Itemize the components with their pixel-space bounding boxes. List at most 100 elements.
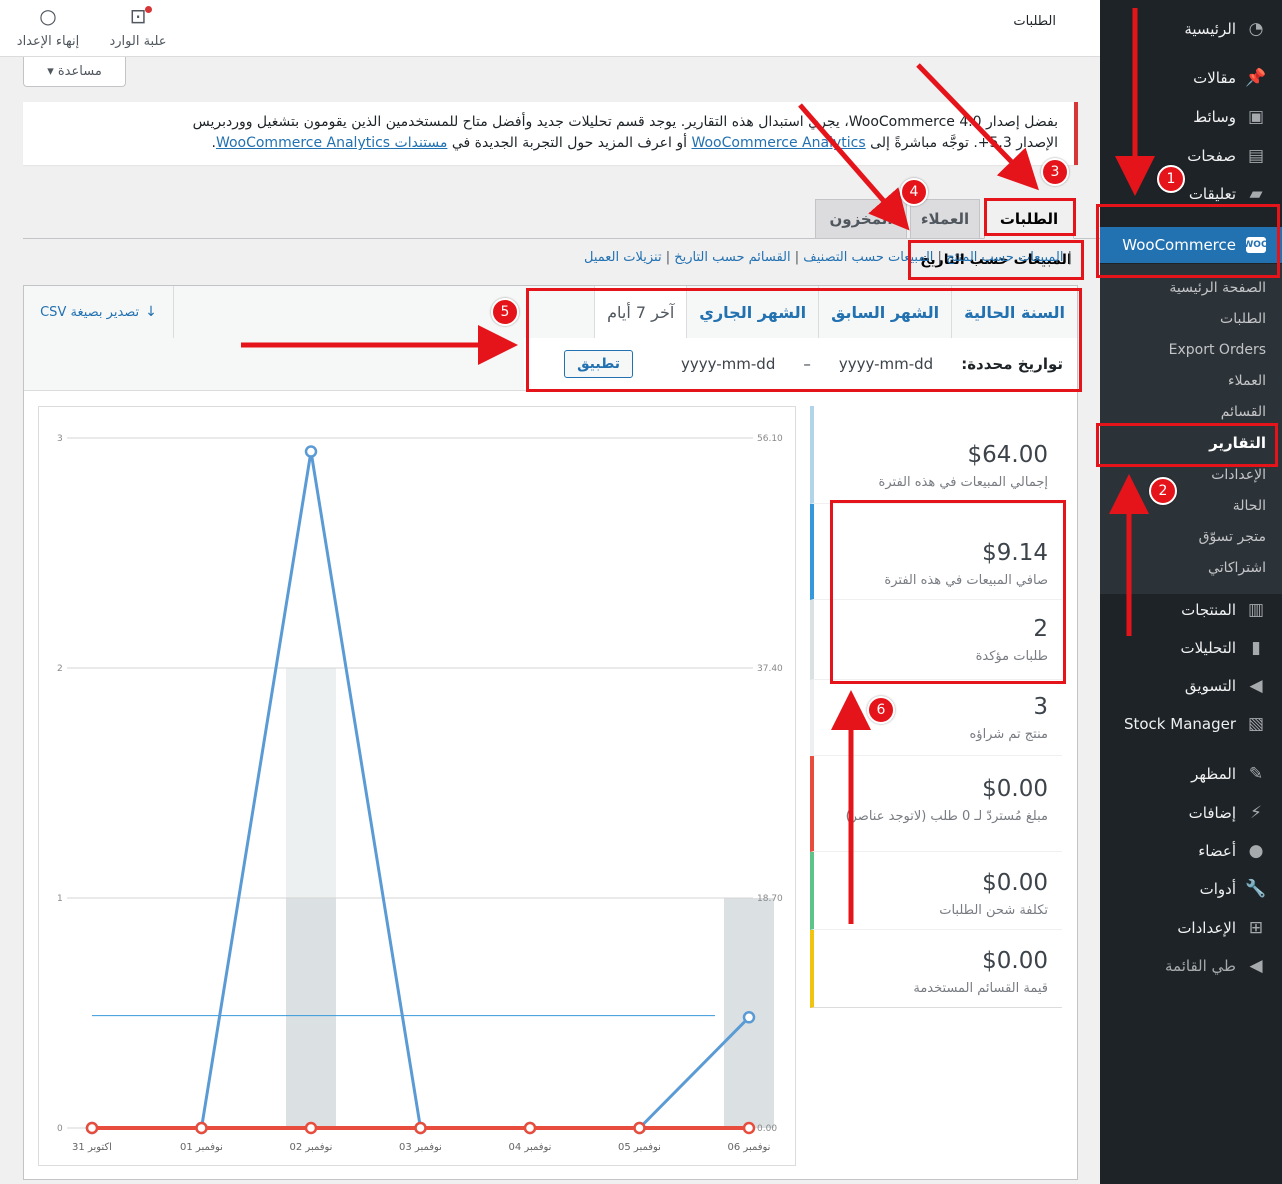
sales-chart: 0 0.00 1 18.70 2 37.40 3 56.10 31 اكتوبر 01 نوفمب… <box>38 406 796 1166</box>
submenu-home[interactable]: الصفحة الرئيسية <box>1100 274 1282 302</box>
menu-collapse[interactable]: ◀ طي القائمة <box>1100 949 1282 983</box>
chart-point <box>195 1121 208 1135</box>
settings-icon: ⊞ <box>1248 918 1264 938</box>
menu-tools[interactable]: 🔧 أدوات <box>1100 872 1282 906</box>
legend-refunds[interactable]: $0.00 مبلغ مُستردّ لـ 0 طلب (لاتوجد عناصر… <box>810 756 1062 852</box>
book-icon: ▧ <box>1247 714 1265 734</box>
notification-dot <box>145 6 152 13</box>
chart-series-line <box>92 451 751 1130</box>
subtab-customer-downloads[interactable]: تنزيلات العميل <box>584 250 662 265</box>
chart-point <box>414 1121 427 1135</box>
export-csv-button[interactable]: ↓ تصدير بصيغة CSV <box>24 286 174 338</box>
submenu-export-orders[interactable]: Export Orders <box>1100 336 1282 364</box>
pin-icon: 📌 <box>1245 68 1267 88</box>
chart-right-tick-label: 56.10 <box>757 434 783 444</box>
menu-analytics[interactable]: ▮ التحليلات <box>1100 631 1282 665</box>
menu-marketing[interactable]: ◀ التسويق <box>1100 669 1282 703</box>
wrench-icon: 🔧 <box>1245 879 1267 899</box>
menu-appearance[interactable]: ✎ المظهر <box>1100 757 1282 791</box>
legend-gross-sales[interactable]: $64.00 إجمالي المبيعات في هذه الفترة <box>810 406 1062 504</box>
brush-icon: ✎ <box>1248 764 1264 784</box>
menu-media[interactable]: ▣ وسائط <box>1100 100 1282 134</box>
apply-button[interactable]: تطبيق <box>564 350 634 378</box>
finish-setup-button[interactable]: ○ إنهاء الإعداد <box>8 4 88 49</box>
tab-customers[interactable]: العملاء <box>910 199 980 239</box>
chart-right-tick-label: 37.40 <box>757 664 783 674</box>
submenu-customers[interactable]: العملاء <box>1100 367 1282 395</box>
chart-left-tick-label: 1 <box>57 894 63 904</box>
menu-woocommerce[interactable]: WOO WooCommerce <box>1100 227 1282 263</box>
progress-circle-icon: ○ <box>39 4 57 28</box>
submenu-subscriptions[interactable]: اشتراكاتي <box>1100 554 1282 582</box>
chart-point <box>304 445 318 458</box>
annotation-badge-2: 2 <box>1149 477 1177 505</box>
chart-right-tick-label: 0.00 <box>757 1124 777 1134</box>
download-arrow-icon: ↓ <box>145 304 157 320</box>
date-from-input[interactable]: yyyy-mm-dd <box>839 355 933 373</box>
menu-dashboard[interactable]: ◔ الرئيسية <box>1100 12 1282 46</box>
submenu-orders[interactable]: الطلبات <box>1100 305 1282 333</box>
notice-line1: بفضل إصدار WooCommerce 4.0، يجري استبدال… <box>192 114 1058 130</box>
chart-x-tick-label: 06 نوفمبر <box>728 1142 771 1153</box>
menu-comments[interactable]: ▰ تعليقات <box>1100 177 1282 211</box>
annotation-badge-3: 3 <box>1041 158 1069 186</box>
inbox-button[interactable]: ⊡ علبة الوارد <box>98 4 178 49</box>
media-icon: ▣ <box>1247 107 1265 127</box>
collapse-icon: ◀ <box>1249 956 1263 976</box>
megaphone-icon: ◀ <box>1249 676 1263 696</box>
menu-stock-manager[interactable]: ▧ Stock Manager <box>1100 707 1282 741</box>
subtab-sales-by-product[interactable]: المبيعات حسب المنتج <box>946 250 1063 265</box>
menu-products[interactable]: ▥ المنتجات <box>1100 593 1282 627</box>
annotation-badge-5: 5 <box>491 298 519 326</box>
range-tabs: السنة الحالية الشهر السابق الشهر الجاري … <box>594 286 1077 338</box>
legend-items-purchased[interactable]: 3 منتج تم شراؤه <box>810 680 1062 756</box>
legend-net-sales[interactable]: $9.14 صافي المبيعات في هذه الفترة <box>810 504 1062 600</box>
tab-orders[interactable]: الطلبات <box>984 199 1074 239</box>
menu-posts[interactable]: 📌 مقالات <box>1100 61 1282 95</box>
plugin-icon: ⚡ <box>1250 803 1262 823</box>
tab-stock[interactable]: المخزون <box>815 199 907 239</box>
annotation-badge-6: 6 <box>867 696 895 724</box>
menu-pages[interactable]: ▤ صفحات <box>1100 139 1282 173</box>
submenu-settings[interactable]: الإعدادات <box>1100 461 1282 489</box>
date-separator: – <box>803 355 811 373</box>
comment-icon: ▰ <box>1249 184 1263 204</box>
chart-bar-segment <box>286 668 336 898</box>
range-last-7-days[interactable]: آخر 7 أيام <box>594 286 687 338</box>
custom-range-row: تواريخ محددة: yyyy-mm-dd – yyyy-mm-dd تط… <box>524 338 1077 390</box>
subtab-coupons-by-date[interactable]: القسائم حسب التاريخ <box>674 250 790 265</box>
top-header: الطلبات ⊡ علبة الوارد ○ إنهاء الإعداد <box>0 0 1100 57</box>
legend-coupons[interactable]: $0.00 قيمة القسائم المستخدمة <box>810 930 1062 1008</box>
range-last-month[interactable]: الشهر السابق <box>818 286 951 338</box>
chart-x-tick-label: 01 نوفمبر <box>180 1142 223 1153</box>
date-to-input[interactable]: yyyy-mm-dd <box>681 355 775 373</box>
chart-x-tick-label: 02 نوفمبر <box>290 1142 333 1153</box>
menu-plugins[interactable]: ⚡ إضافات <box>1100 796 1282 830</box>
range-this-month[interactable]: الشهر الجاري <box>686 286 818 338</box>
inbox-icon: ⊡ <box>129 4 147 28</box>
admin-sidebar: ◔ الرئيسية 📌 مقالات ▣ وسائط ▤ صفحات ▰ تعليقات… <box>1100 0 1282 1184</box>
dashboard-icon: ◔ <box>1248 19 1264 39</box>
analytics-notice: بفضل إصدار WooCommerce 4.0، يجري استبدال… <box>23 102 1078 165</box>
submenu-extensions[interactable]: متجر تسوّق <box>1100 523 1282 551</box>
chart-point <box>523 1121 537 1135</box>
analytics-docs-link[interactable]: مستندات WooCommerce Analytics <box>216 135 447 151</box>
chart-point <box>742 1011 756 1024</box>
chart-left-tick-label: 2 <box>57 664 63 674</box>
submenu-reports[interactable]: التقارير <box>1100 429 1282 457</box>
annotation-badge-1: 1 <box>1157 165 1185 193</box>
submenu-status[interactable]: الحالة <box>1100 492 1282 520</box>
report-header: السنة الحالية الشهر السابق الشهر الجاري … <box>24 286 1077 391</box>
chart-x-tick-label: 05 نوفمبر <box>618 1142 661 1153</box>
caret-down-icon: ▾ <box>47 64 54 79</box>
menu-users[interactable]: ● أعضاء <box>1100 834 1282 868</box>
legend-shipping[interactable]: $0.00 تكلفة شحن الطلبات <box>810 852 1062 930</box>
range-current-year[interactable]: السنة الحالية <box>951 286 1077 338</box>
submenu-coupons[interactable]: القسائم <box>1100 398 1282 426</box>
legend-orders-placed[interactable]: 2 طلبات مؤكدة <box>810 600 1062 680</box>
menu-settings[interactable]: ⊞ الإعدادات <box>1100 911 1282 945</box>
subtab-sales-by-category[interactable]: المبيعات حسب التصنيف <box>803 250 933 265</box>
help-button[interactable]: مساعدة ▾ <box>23 57 126 87</box>
analytics-link[interactable]: WooCommerce Analytics <box>691 135 865 151</box>
sales-chart-svg: 0 0.00 1 18.70 2 37.40 3 56.10 31 اكتوبر 01 نوفمب… <box>57 434 783 1153</box>
